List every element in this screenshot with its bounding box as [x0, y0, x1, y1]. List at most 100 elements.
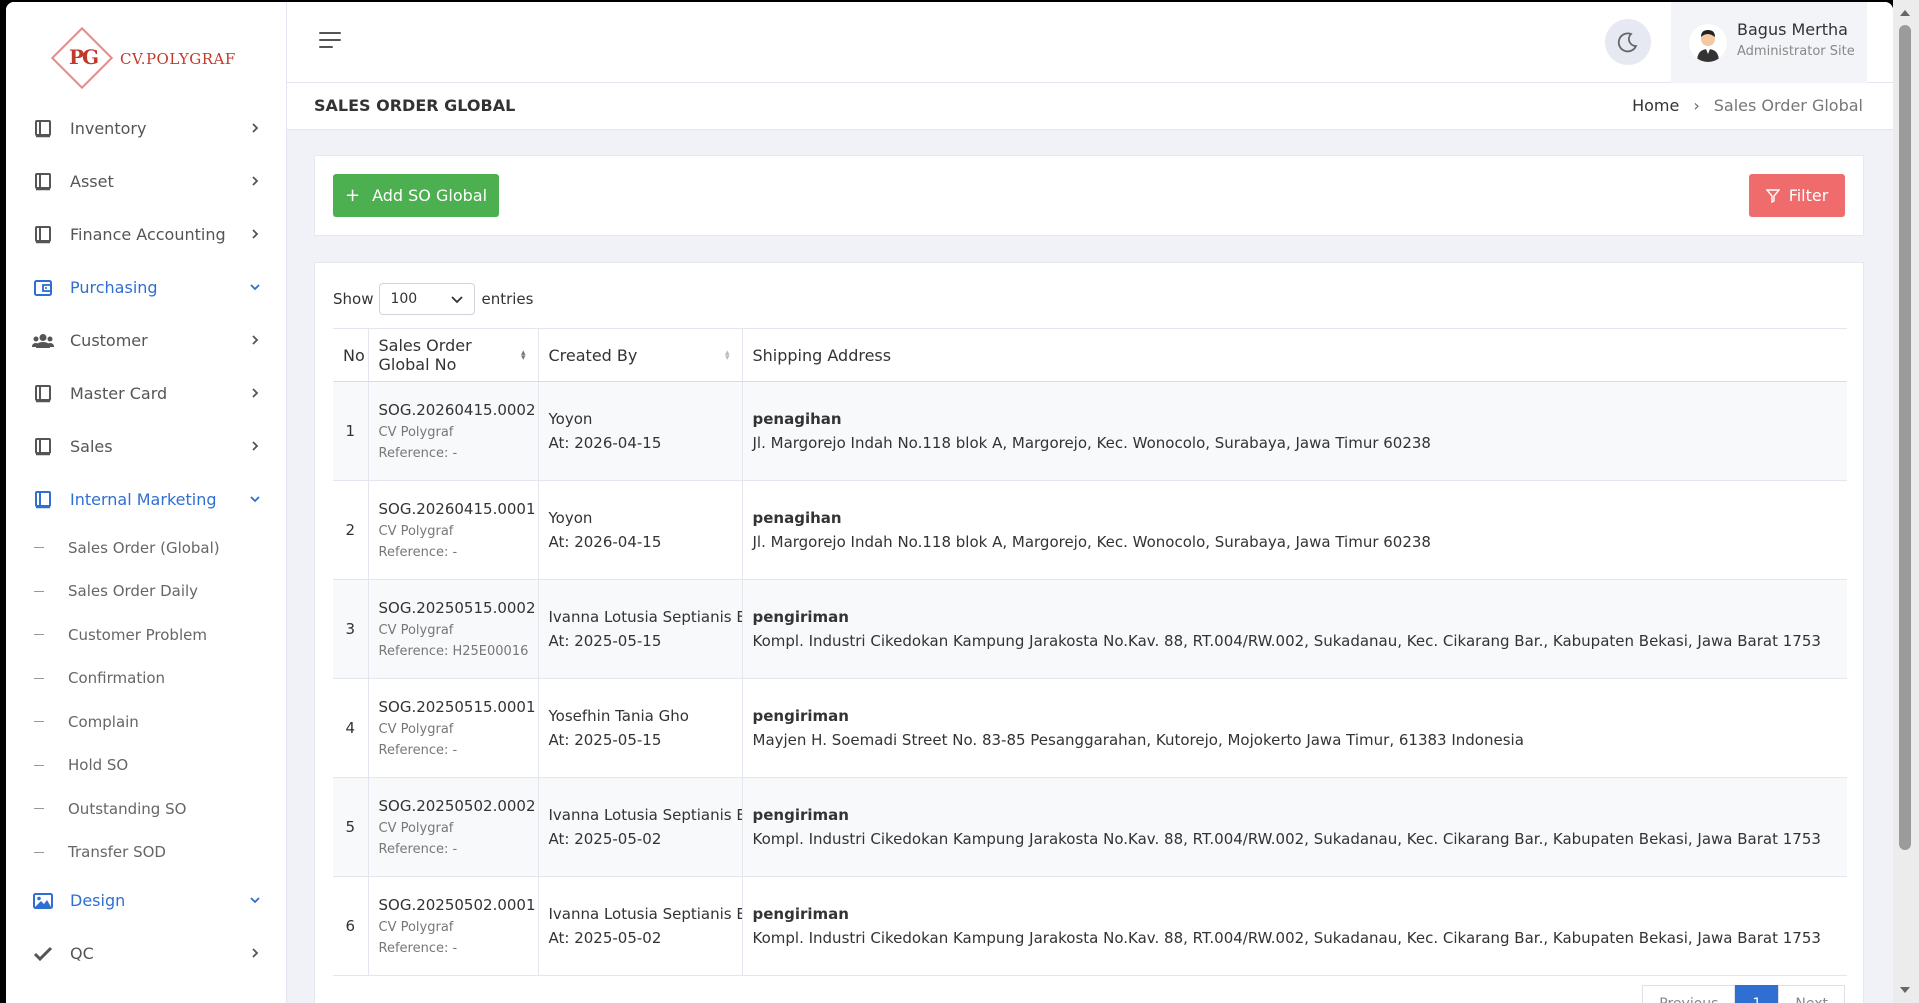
dash-icon	[34, 634, 44, 636]
address-type: pengiriman	[752, 608, 849, 626]
logo-text: CV.POLYGRAF	[120, 50, 236, 68]
wallet-icon	[32, 278, 54, 298]
sidebar-item-label: Internal Marketing	[70, 490, 217, 509]
created-by-name: Yosefhin Tania Gho	[548, 707, 689, 725]
user-menu[interactable]: Bagus Mertha Administrator Site	[1671, 2, 1867, 83]
chevron-right-icon	[252, 388, 259, 398]
dash-icon	[34, 808, 44, 810]
pagination-next-button[interactable]: Next	[1778, 985, 1845, 1003]
sidebar-item-asset[interactable]: Asset	[6, 155, 287, 208]
so-reference: Reference: -	[378, 941, 458, 956]
menu-toggle-icon[interactable]	[319, 32, 343, 52]
entries-select-value: 100	[390, 291, 418, 307]
dash-icon	[34, 721, 44, 723]
sidebar-item-customer[interactable]: Customer	[6, 314, 287, 367]
chevron-down-icon	[250, 284, 260, 291]
sidebar-item-label: Inventory	[70, 119, 147, 138]
sidebar-item-sales[interactable]: Sales	[6, 420, 287, 473]
so-company: CV Polygraf	[378, 821, 454, 836]
so-reference: Reference: -	[378, 446, 458, 461]
sidebar-subitem-complain[interactable]: Complain	[34, 700, 287, 744]
sidebar-item-label: Asset	[70, 172, 114, 191]
table-row[interactable]: 2 SOG.20260415.0001 CV Polygraf Reference: …	[333, 480, 1847, 580]
table-row[interactable]: 1 SOG.20260415.0002 CV Polygraf Reference: …	[333, 381, 1847, 481]
plus-icon: +	[344, 185, 361, 206]
sidebar-subitem-label: Sales Order (Global)	[68, 538, 220, 557]
add-so-global-button[interactable]: + Add SO Global	[333, 174, 499, 217]
cell-no: 3	[333, 579, 369, 679]
sidebar-item-design[interactable]: Design	[6, 874, 287, 927]
page-header: SALES ORDER GLOBAL Home › Sales Order Gl…	[287, 83, 1893, 130]
pagination-page-button[interactable]: 1	[1735, 985, 1779, 1003]
cell-shipping-address: pengiriman Kompl. Industri Cikedokan Kamp…	[742, 777, 1847, 877]
scroll-up-icon[interactable]	[1900, 10, 1910, 16]
sidebar-item-label: Sales	[70, 437, 113, 456]
book-icon	[32, 172, 54, 192]
breadcrumb-home[interactable]: Home	[1632, 96, 1679, 115]
table-row[interactable]: 6 SOG.20250502.0001 CV Polygraf Reference: …	[333, 876, 1847, 976]
cell-so-no: SOG.20250502.0002 CV Polygraf Reference: -	[368, 777, 539, 877]
user-role: Administrator Site	[1737, 44, 1855, 59]
so-number: SOG.20260415.0001	[378, 500, 536, 518]
sidebar-subitem-transfer-sod[interactable]: Transfer SOD	[34, 831, 287, 875]
filter-button[interactable]: Filter	[1749, 174, 1845, 217]
chevron-right-icon	[252, 229, 259, 239]
sidebar-subitem-confirmation[interactable]: Confirmation	[34, 657, 287, 701]
sidebar-item-label: Customer	[70, 331, 148, 350]
cell-so-no: SOG.20260415.0001 CV Polygraf Reference: -	[368, 480, 539, 580]
theme-toggle-button[interactable]	[1605, 19, 1651, 65]
column-header-no[interactable]: No	[333, 328, 369, 382]
check-icon	[32, 944, 54, 964]
sidebar-subitem-label: Hold SO	[68, 756, 129, 775]
sidebar-item-internal-marketing[interactable]: Internal Marketing	[6, 473, 287, 526]
chevron-right-icon	[252, 176, 259, 186]
cell-so-no: SOG.20250515.0002 CV Polygraf Reference: H…	[368, 579, 539, 679]
pagination: Previous 1 Next	[1642, 985, 1845, 1003]
sidebar-item-finance-accounting[interactable]: Finance Accounting	[6, 208, 287, 261]
filter-icon	[1765, 188, 1780, 203]
avatar	[1689, 24, 1727, 62]
sidebar-item-purchasing[interactable]: Purchasing	[6, 261, 287, 314]
image-icon	[32, 891, 54, 911]
sidebar-item-qc[interactable]: QC	[6, 927, 287, 980]
scroll-thumb[interactable]	[1899, 25, 1911, 850]
sidebar-subitem-customer-problem[interactable]: Customer Problem	[34, 613, 287, 657]
book-icon	[32, 119, 54, 139]
dash-icon	[34, 547, 44, 549]
sidebar-subitem-label: Complain	[68, 712, 139, 731]
so-company: CV Polygraf	[378, 524, 454, 539]
table-row[interactable]: 4 SOG.20250515.0001 CV Polygraf Reference: …	[333, 678, 1847, 778]
so-reference: Reference: -	[378, 545, 458, 560]
so-number: SOG.20260415.0002	[378, 401, 536, 419]
column-header-created-by[interactable]: Created By ▴ ▾	[538, 328, 743, 382]
sidebar-subitem-outstanding-so[interactable]: Outstanding SO	[34, 787, 287, 831]
address-type: pengiriman	[752, 707, 849, 725]
entries-select[interactable]: 100	[379, 283, 476, 315]
actions-card: + Add SO Global Filter	[314, 155, 1864, 236]
page-scrollbar[interactable]	[1893, 0, 1919, 1003]
sidebar-subitem-hold-so[interactable]: Hold SO	[34, 744, 287, 788]
cell-shipping-address: pengiriman Mayjen H. Soemadi Street No. 8…	[742, 678, 1847, 778]
created-at: At: 2025-05-02	[548, 929, 662, 947]
page-title: SALES ORDER GLOBAL	[314, 96, 516, 115]
scroll-down-icon[interactable]	[1900, 987, 1910, 993]
logo[interactable]: PG CV.POLYGRAF	[50, 26, 272, 90]
sidebar-subitem-sales-order-global[interactable]: Sales Order (Global)	[34, 526, 287, 570]
app-window: PG CV.POLYGRAF Inventory Asset Finance A…	[6, 2, 1893, 1003]
book-icon	[32, 225, 54, 245]
sidebar-item-label: Finance Accounting	[70, 225, 226, 244]
column-header-so-no[interactable]: Sales Order Global No ▴ ▾	[368, 328, 539, 382]
sidebar-subitem-sales-order-daily[interactable]: Sales Order Daily	[34, 570, 287, 614]
sidebar-item-inventory[interactable]: Inventory	[6, 102, 287, 155]
breadcrumb: Home › Sales Order Global	[1632, 96, 1863, 115]
created-by-name: Yoyon	[548, 410, 593, 428]
table-row[interactable]: 3 SOG.20250515.0002 CV Polygraf Reference: …	[333, 579, 1847, 679]
sidebar-item-master-card[interactable]: Master Card	[6, 367, 287, 420]
sidebar-item-label: QC	[70, 944, 94, 963]
sidebar-subitem-label: Transfer SOD	[68, 843, 166, 862]
column-header-shipping-address[interactable]: Shipping Address	[742, 328, 1847, 382]
pagination-previous-button[interactable]: Previous	[1642, 985, 1736, 1003]
address-text: Mayjen H. Soemadi Street No. 83-85 Pesan…	[752, 731, 1524, 749]
address-type: penagihan	[752, 410, 842, 428]
table-row[interactable]: 5 SOG.20250502.0002 CV Polygraf Reference: …	[333, 777, 1847, 877]
